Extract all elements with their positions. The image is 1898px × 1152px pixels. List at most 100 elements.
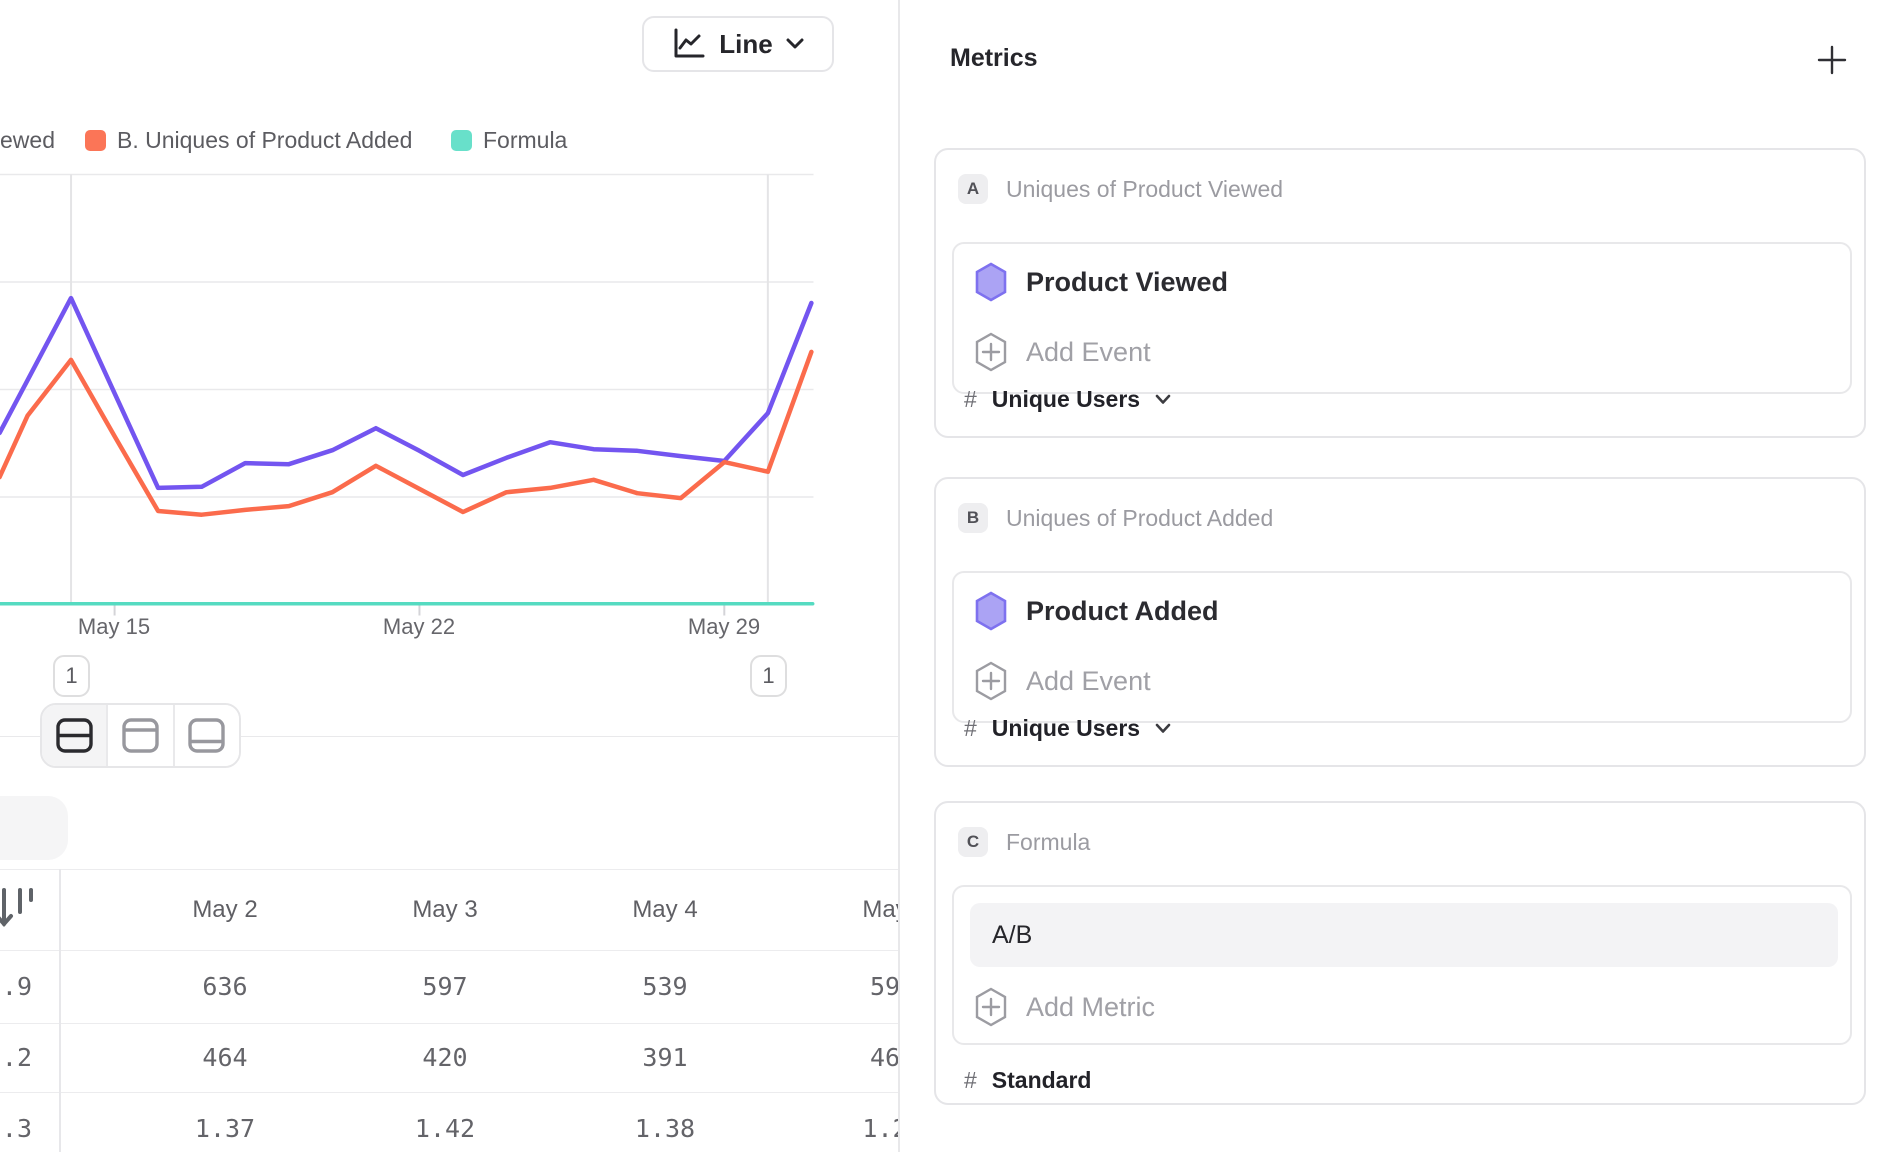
table-row-divider [0,1023,898,1024]
metric-card-title: Formula [1006,829,1090,856]
x-axis-label: May 22 [383,614,455,640]
legend-label: ewed [0,127,55,154]
chevron-down-icon [1155,723,1171,734]
add-metric-button[interactable]: Add Metric [974,987,1155,1027]
table-bottom-view-icon [188,718,225,753]
hexagon-plus-icon [974,987,1008,1027]
metric-card-header: B Uniques of Product Added [958,503,1273,533]
event-hexagon-icon [974,262,1008,302]
event-label: Product Viewed [1026,267,1228,298]
metrics-panel: Metrics A Uniques of Product Viewed Prod… [900,0,1898,1152]
event-box: Product Viewed Add Event [952,242,1852,394]
metric-card-title: Uniques of Product Viewed [1006,176,1283,203]
event-hexagon-icon [974,591,1008,631]
table-tab-pill[interactable] [0,796,68,860]
event-selector[interactable]: Product Added [974,591,1219,631]
chart-top-view-icon [122,718,159,753]
line-chart-icon [672,28,706,60]
add-event-button[interactable]: Add Event [974,332,1151,372]
formula-box: A/B Add Metric [952,885,1852,1045]
line-chart-plot[interactable] [0,160,898,630]
row-label: .2 [0,1043,115,1072]
table-cell: 597 [335,972,555,1001]
metric-card-b: B Uniques of Product Added Product Added [934,477,1866,767]
legend-item-formula[interactable]: Formula [451,126,567,154]
chevron-down-icon [786,38,804,50]
column-header[interactable]: May [775,896,898,924]
metric-card-title: Uniques of Product Added [1006,505,1273,532]
row-label: .3 [0,1114,115,1143]
chart-top-view-button[interactable] [106,705,172,766]
table-cell: 464 [115,1043,335,1072]
table-row[interactable]: .3 1.37 1.42 1.38 1.2 [0,1098,898,1152]
measure-selector[interactable]: # Unique Users [964,715,1171,742]
add-event-button[interactable]: Add Event [974,661,1151,701]
table-row[interactable]: .2 464 420 391 46 [0,1027,898,1087]
table-row[interactable]: .9 636 597 539 59 [0,956,898,1016]
hexagon-plus-icon [974,332,1008,372]
legend-swatch-teal [451,130,472,151]
measure-label: Unique Users [992,715,1140,742]
metric-card-header: C Formula [958,827,1090,857]
annotation-chip[interactable]: 1 [750,655,787,697]
metric-letter-badge: C [958,827,988,857]
table-cell: 420 [335,1043,555,1072]
measure-selector[interactable]: # Standard [964,1067,1091,1094]
number-icon: # [964,715,977,742]
number-icon: # [964,1067,977,1094]
x-axis-label: May 29 [688,614,760,640]
legend-item-a[interactable]: ewed [0,126,55,154]
column-header[interactable]: May 3 [335,896,555,924]
table-header-row: May 2 May 3 May 4 May [0,880,898,940]
table-cell: 1.38 [555,1114,775,1143]
legend-swatch-orange [85,130,106,151]
split-view-button[interactable] [42,705,106,766]
x-axis-label: May 15 [78,614,150,640]
table-cell: 1.42 [335,1114,555,1143]
chart-legend: ewed B. Uniques of Product Added Formula [0,126,898,154]
layout-view-switcher [40,703,241,768]
hexagon-plus-icon [974,661,1008,701]
table-cell: 539 [555,972,775,1001]
chart-type-label: Line [719,29,772,60]
metrics-panel-title: Metrics [950,44,1038,73]
metric-letter-badge: A [958,174,988,204]
table-border [0,950,898,951]
legend-label: B. Uniques of Product Added [117,127,412,154]
measure-label: Standard [992,1067,1092,1094]
chart-pane: Line ewed B. Uniques of Product Added Fo… [0,0,898,1152]
add-metric-plus-button[interactable] [1816,44,1848,76]
table-cell: 1.2 [775,1114,898,1143]
table-cell: 636 [115,972,335,1001]
measure-label: Unique Users [992,386,1140,413]
metric-card-header: A Uniques of Product Viewed [958,174,1283,204]
table-bottom-view-button[interactable] [173,705,239,766]
table-cell: 1.37 [115,1114,335,1143]
annotation-chip[interactable]: 1 [53,655,90,697]
metric-card-formula: C Formula A/B Add Metric # St [934,801,1866,1105]
event-box: Product Added Add Event [952,571,1852,723]
formula-input[interactable]: A/B [970,903,1838,967]
metric-letter-badge: B [958,503,988,533]
table-border [0,869,898,870]
chart-type-button[interactable]: Line [642,16,834,72]
row-label: .9 [0,972,115,1001]
chevron-down-icon [1155,394,1171,405]
split-view-icon [56,718,93,753]
add-event-label: Add Event [1026,337,1151,368]
table-cell: 391 [555,1043,775,1072]
table-cell: 46 [775,1043,898,1072]
table-cell: 59 [775,972,898,1001]
number-icon: # [964,386,977,413]
add-event-label: Add Event [1026,666,1151,697]
column-header[interactable]: May 2 [115,896,335,924]
event-label: Product Added [1026,596,1219,627]
legend-item-b[interactable]: B. Uniques of Product Added [85,126,412,154]
event-selector[interactable]: Product Viewed [974,262,1228,302]
legend-label: Formula [483,127,567,154]
column-header[interactable]: May 4 [555,896,775,924]
insights-report-view: Line ewed B. Uniques of Product Added Fo… [0,0,1898,1152]
measure-selector[interactable]: # Unique Users [964,386,1171,413]
metric-card-a: A Uniques of Product Viewed Product View… [934,148,1866,438]
add-metric-label: Add Metric [1026,992,1155,1023]
